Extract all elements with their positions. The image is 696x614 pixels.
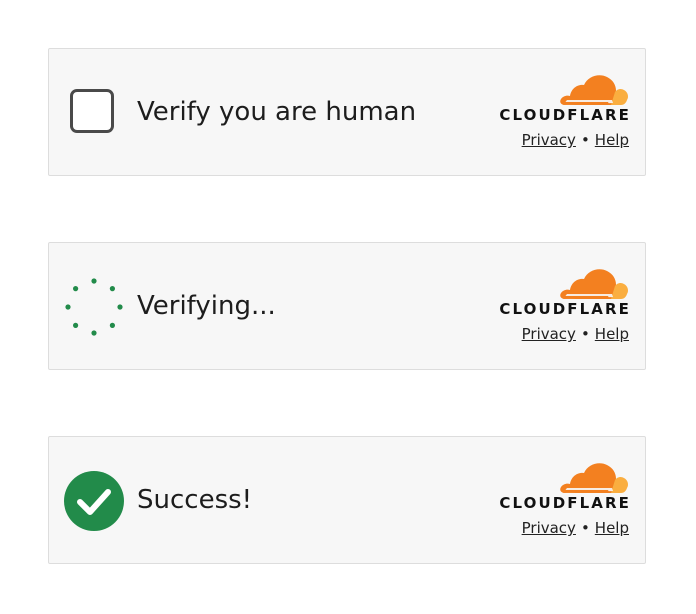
cloudflare-cloud-icon [560, 463, 628, 493]
link-separator: • [580, 519, 590, 537]
success-check-icon [64, 471, 124, 531]
turnstile-widget-verifying: Verifying... CLOUDFLARE Privacy • Help [48, 242, 646, 370]
verifying-label: Verifying... [137, 291, 276, 321]
privacy-link[interactable]: Privacy [522, 131, 576, 149]
privacy-link[interactable]: Privacy [522, 519, 576, 537]
link-separator: • [580, 325, 590, 343]
cloudflare-wordmark: CLOUDFLARE [499, 494, 631, 512]
footer-links: Privacy • Help [522, 325, 629, 343]
cloudflare-branding: CLOUDFLARE Privacy • Help [486, 267, 631, 347]
cloudflare-logo: CLOUDFLARE [486, 461, 631, 512]
cloudflare-logo: CLOUDFLARE [486, 73, 631, 124]
footer-links: Privacy • Help [522, 131, 629, 149]
cloudflare-wordmark: CLOUDFLARE [499, 300, 631, 318]
help-link[interactable]: Help [595, 325, 629, 343]
cloudflare-logo: CLOUDFLARE [486, 267, 631, 318]
turnstile-widget-unchecked: Verify you are human CLOUDFLARE Privacy •… [48, 48, 646, 176]
cloudflare-branding: CLOUDFLARE Privacy • Help [486, 73, 631, 153]
turnstile-widget-success: Success! CLOUDFLARE Privacy • Help [48, 436, 646, 564]
privacy-link[interactable]: Privacy [522, 325, 576, 343]
verify-checkbox[interactable] [70, 89, 114, 133]
cloudflare-cloud-icon [560, 75, 628, 105]
link-separator: • [580, 131, 590, 149]
cloudflare-wordmark: CLOUDFLARE [499, 106, 631, 124]
help-link[interactable]: Help [595, 519, 629, 537]
cloudflare-cloud-icon [560, 269, 628, 299]
cloudflare-branding: CLOUDFLARE Privacy • Help [486, 461, 631, 541]
footer-links: Privacy • Help [522, 519, 629, 537]
success-label: Success! [137, 485, 253, 515]
verify-label[interactable]: Verify you are human [137, 49, 416, 175]
spinner-icon [65, 278, 123, 336]
help-link[interactable]: Help [595, 131, 629, 149]
